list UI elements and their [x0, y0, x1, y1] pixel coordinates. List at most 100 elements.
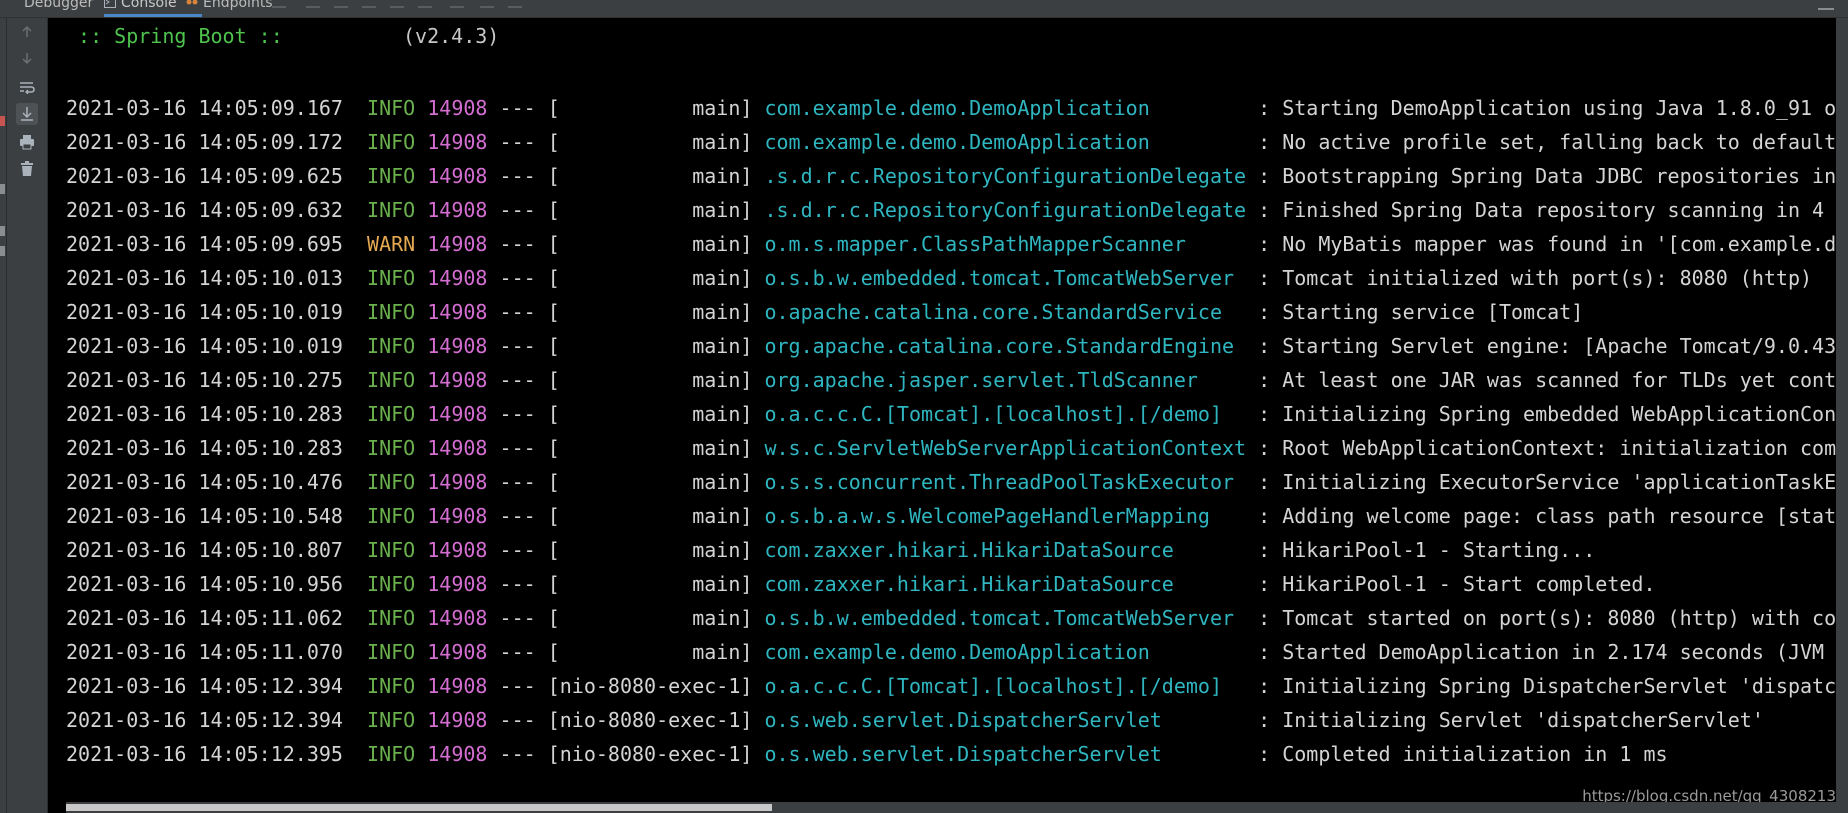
step-into-icon[interactable]	[334, 0, 348, 8]
log-timestamp: 2021-03-16 14:05:10.019	[66, 334, 343, 358]
log-message: : Finished Spring Data repository scanni…	[1246, 198, 1825, 222]
log-separator: ---	[487, 164, 548, 188]
log-pid: 14908	[427, 504, 488, 528]
log-timestamp: 2021-03-16 14:05:10.013	[66, 266, 343, 290]
log-level: INFO	[367, 606, 416, 630]
drop-frame-icon[interactable]	[418, 0, 432, 8]
log-separator: ---	[487, 606, 548, 630]
log-message: : Completed initialization in 1 ms	[1246, 742, 1668, 766]
log-thread: [ main]	[547, 640, 753, 664]
log-pid: 14908	[427, 436, 488, 460]
print-icon[interactable]	[16, 131, 38, 153]
trace-icon[interactable]	[508, 0, 522, 8]
tab-console[interactable]: Console	[104, 0, 177, 12]
log-pid: 14908	[427, 232, 488, 256]
horizontal-scrollbar[interactable]	[66, 802, 1836, 813]
horizontal-scrollbar-thumb[interactable]	[66, 804, 772, 811]
log-logger: com.example.demo.DemoApplication	[764, 96, 1247, 120]
log-thread: [ main]	[547, 266, 753, 290]
log-line: 2021-03-16 14:05:09.172 INFO 14908 --- […	[66, 125, 1836, 159]
ide-run-panel: Debugger Console Endpoints:: Spring Boo…	[0, 0, 1848, 813]
log-pid: 14908	[427, 470, 488, 494]
log-message: : At least one JAR was scanned for TLDs …	[1246, 368, 1836, 392]
log-level: INFO	[367, 402, 416, 426]
force-step-into-icon[interactable]	[362, 0, 376, 8]
log-logger: o.a.c.c.C.[Tomcat].[localhost].[/demo]	[764, 674, 1247, 698]
log-line: 2021-03-16 14:05:10.283 INFO 14908 --- […	[66, 431, 1836, 465]
soft-wrap-icon[interactable]	[16, 76, 38, 98]
tab-endpoints[interactable]: Endpoints	[186, 0, 273, 12]
log-timestamp: 2021-03-16 14:05:12.394	[66, 674, 343, 698]
log-logger: org.apache.catalina.core.StandardEngine	[764, 334, 1247, 358]
step-out-icon[interactable]	[390, 0, 404, 8]
step-over-icon[interactable]	[306, 0, 320, 8]
log-thread: [ main]	[547, 300, 753, 324]
up-arrow-icon[interactable]	[16, 21, 38, 43]
log-pid: 14908	[427, 640, 488, 664]
log-level: INFO	[367, 96, 416, 120]
log-timestamp: 2021-03-16 14:05:10.283	[66, 436, 343, 460]
minimize-panel-icon[interactable]	[1818, 0, 1834, 10]
log-level: INFO	[367, 266, 416, 290]
log-thread: [ main]	[547, 334, 753, 358]
log-lines: 2021-03-16 14:05:09.167 INFO 14908 --- […	[66, 91, 1836, 771]
banner-label: :: Spring Boot ::	[66, 24, 283, 48]
trash-icon[interactable]	[16, 158, 38, 180]
tab-debugger[interactable]: Debugger	[24, 0, 93, 12]
log-line: 2021-03-16 14:05:10.548 INFO 14908 --- […	[66, 499, 1836, 533]
log-timestamp: 2021-03-16 14:05:10.019	[66, 300, 343, 324]
log-message: : Tomcat started on port(s): 8080 (http)…	[1246, 606, 1836, 630]
log-separator: ---	[487, 198, 548, 222]
log-level: INFO	[367, 300, 416, 324]
run-to-cursor-icon[interactable]	[450, 0, 464, 8]
log-pid: 14908	[427, 606, 488, 630]
log-thread: [nio-8080-exec-1]	[547, 742, 753, 766]
log-level: WARN	[367, 232, 416, 256]
down-arrow-icon[interactable]	[16, 47, 38, 69]
log-line: 2021-03-16 14:05:11.070 INFO 14908 --- […	[66, 635, 1836, 669]
log-timestamp: 2021-03-16 14:05:09.625	[66, 164, 343, 188]
edge-marker-icon	[0, 184, 5, 194]
console-output[interactable]: :: Spring Boot :: (v2.4.3) 2021-03-16 14:…	[48, 18, 1836, 813]
log-timestamp: 2021-03-16 14:05:12.394	[66, 708, 343, 732]
log-timestamp: 2021-03-16 14:05:10.548	[66, 504, 343, 528]
scroll-to-end-icon[interactable]	[16, 103, 38, 125]
log-pid: 14908	[427, 334, 488, 358]
evaluate-icon[interactable]	[480, 0, 494, 8]
log-timestamp: 2021-03-16 14:05:12.395	[66, 742, 343, 766]
log-line: 2021-03-16 14:05:12.394 INFO 14908 --- […	[66, 703, 1836, 737]
log-thread: [ main]	[547, 538, 753, 562]
log-line: 2021-03-16 14:05:12.395 INFO 14908 --- […	[66, 737, 1836, 771]
log-message: : Initializing ExecutorService 'applicat…	[1246, 470, 1836, 494]
log-message: : Root WebApplicationContext: initializa…	[1246, 436, 1836, 460]
log-logger: o.s.b.a.w.s.WelcomePageHandlerMapping	[764, 504, 1247, 528]
log-separator: ---	[487, 402, 548, 426]
log-level: INFO	[367, 198, 416, 222]
log-pid: 14908	[427, 572, 488, 596]
vertical-scrollbar[interactable]	[1836, 18, 1848, 813]
log-pid: 14908	[427, 164, 488, 188]
log-logger: w.s.c.ServletWebServerApplicationContext	[764, 436, 1247, 460]
log-level: INFO	[367, 436, 416, 460]
log-line: 2021-03-16 14:05:12.394 INFO 14908 --- […	[66, 669, 1836, 703]
log-message: : No active profile set, falling back to…	[1246, 130, 1836, 154]
tab-console-label: Console	[121, 0, 177, 11]
log-level: INFO	[367, 538, 416, 562]
log-line: 2021-03-16 14:05:10.807 INFO 14908 --- […	[66, 533, 1836, 567]
endpoints-icon	[186, 0, 198, 7]
console-toolbar	[7, 18, 47, 813]
log-timestamp: 2021-03-16 14:05:10.283	[66, 402, 343, 426]
log-message: : Starting service [Tomcat]	[1246, 300, 1584, 324]
log-separator: ---	[487, 538, 548, 562]
log-thread: [ main]	[547, 606, 753, 630]
log-separator: ---	[487, 470, 548, 494]
log-logger: com.zaxxer.hikari.HikariDataSource	[764, 572, 1247, 596]
log-logger: o.s.web.servlet.DispatcherServlet	[764, 708, 1247, 732]
restore-layout-icon[interactable]	[272, 0, 286, 8]
log-separator: ---	[487, 640, 548, 664]
log-message: : Starting Servlet engine: [Apache Tomca…	[1246, 334, 1836, 358]
log-thread: [nio-8080-exec-1]	[547, 674, 753, 698]
log-level: INFO	[367, 504, 416, 528]
log-separator: ---	[487, 232, 548, 256]
log-logger: o.s.b.w.embedded.tomcat.TomcatWebServer	[764, 266, 1247, 290]
